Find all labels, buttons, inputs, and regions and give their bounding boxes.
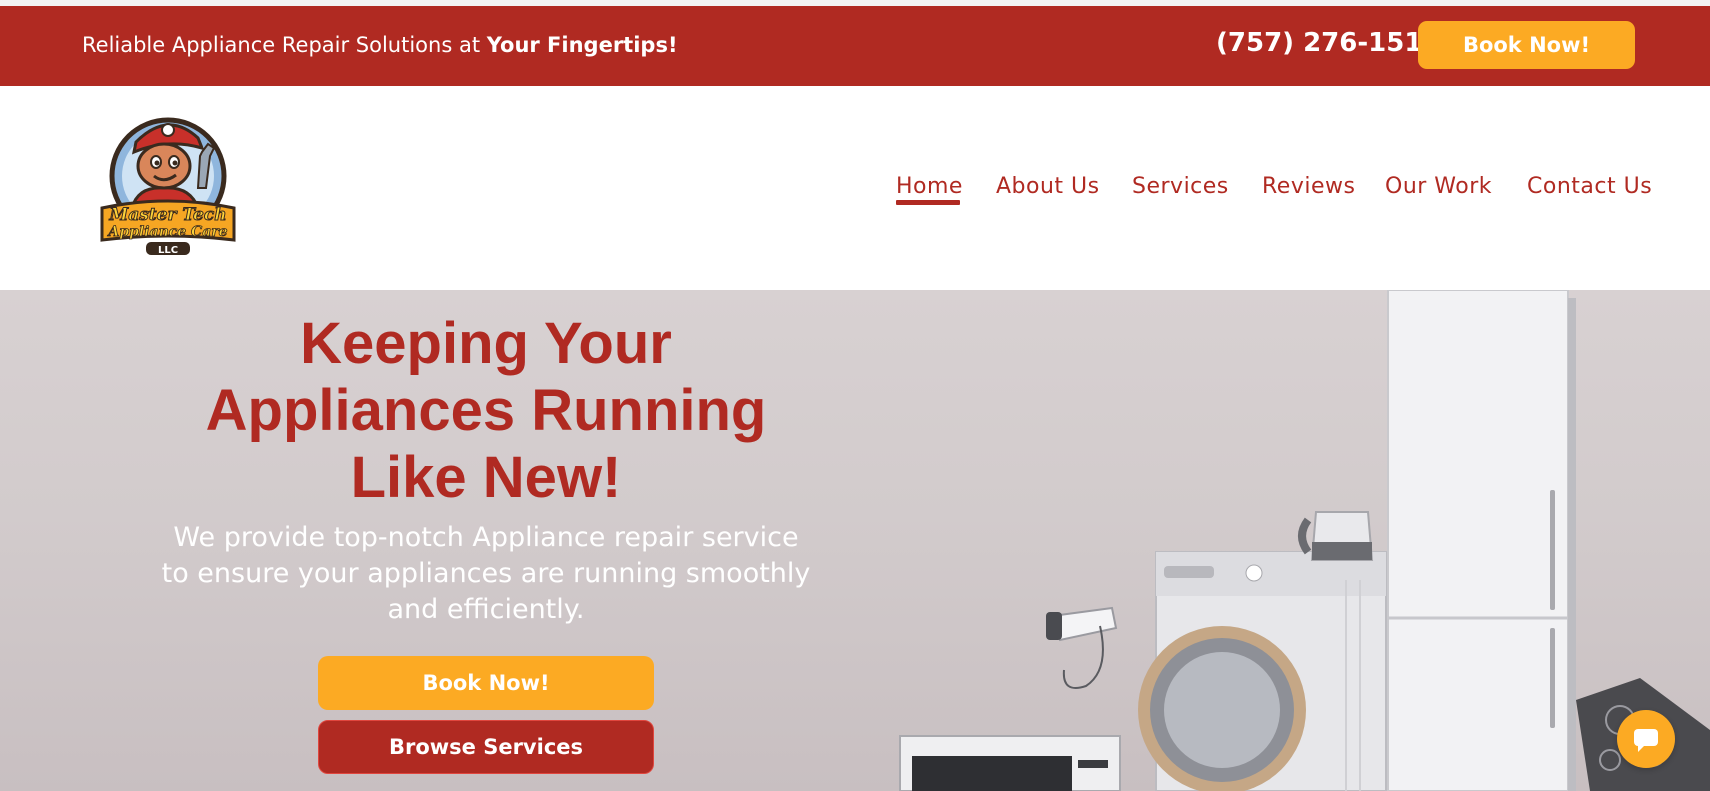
kettle-icon xyxy=(1298,511,1374,561)
hero-book-now-button[interactable]: Book Now! xyxy=(318,656,654,710)
nav-contact-us[interactable]: Contact Us xyxy=(1527,174,1652,199)
nav-about-us[interactable]: About Us xyxy=(996,174,1100,199)
hero-title: Keeping Your Appliances Running Like New… xyxy=(136,310,836,511)
nav-active-indicator xyxy=(896,200,960,205)
nav-services[interactable]: Services xyxy=(1132,174,1229,199)
nav-home[interactable]: Home xyxy=(896,174,963,199)
logo-text-line1: Master Tech xyxy=(108,205,226,225)
hero-subtitle-line2: to ensure your appliances are running sm… xyxy=(161,558,811,589)
logo-text-line3: LLC xyxy=(158,245,178,256)
tagline-prefix: Reliable Appliance Repair Solutions at xyxy=(82,33,487,57)
washing-machine-icon xyxy=(1138,551,1387,791)
site-header: Master Tech Appliance Care LLC Home Abou… xyxy=(0,86,1710,290)
tagline-bold: Your Fingertips! xyxy=(486,33,678,57)
tagline: Reliable Appliance Repair Solutions at Y… xyxy=(82,33,678,57)
logo-text-line2: Appliance Care xyxy=(106,224,227,240)
hero-title-line3: Like New! xyxy=(350,445,622,510)
appliances-image xyxy=(899,290,1710,791)
chat-icon xyxy=(1634,729,1658,752)
browse-services-button[interactable]: Browse Services xyxy=(318,720,654,774)
mascot-face xyxy=(136,142,192,190)
hero-title-line1: Keeping Your xyxy=(300,311,672,376)
top-book-now-button[interactable]: Book Now! xyxy=(1418,21,1635,69)
refrigerator-icon xyxy=(1387,290,1576,791)
hero-title-line2: Appliances Running xyxy=(205,378,767,443)
phone-link[interactable]: (757) 276-1511 xyxy=(1216,28,1441,58)
hero-section: Keeping Your Appliances Running Like New… xyxy=(0,290,1710,791)
top-bar: Reliable Appliance Repair Solutions at Y… xyxy=(0,6,1710,86)
page: Reliable Appliance Repair Solutions at Y… xyxy=(0,0,1710,791)
hero-subtitle-line1: We provide top-notch Appliance repair se… xyxy=(173,522,799,553)
hero-subtitle-line3: and efficiently. xyxy=(387,594,585,625)
hair-dryer-icon xyxy=(1046,606,1118,689)
chat-button[interactable] xyxy=(1617,710,1675,768)
hero-subtitle: We provide top-notch Appliance repair se… xyxy=(146,520,826,628)
nav-our-work[interactable]: Our Work xyxy=(1385,174,1492,199)
microwave-icon xyxy=(899,735,1121,791)
logo[interactable]: Master Tech Appliance Care LLC xyxy=(98,108,238,258)
nav-reviews[interactable]: Reviews xyxy=(1262,174,1355,199)
